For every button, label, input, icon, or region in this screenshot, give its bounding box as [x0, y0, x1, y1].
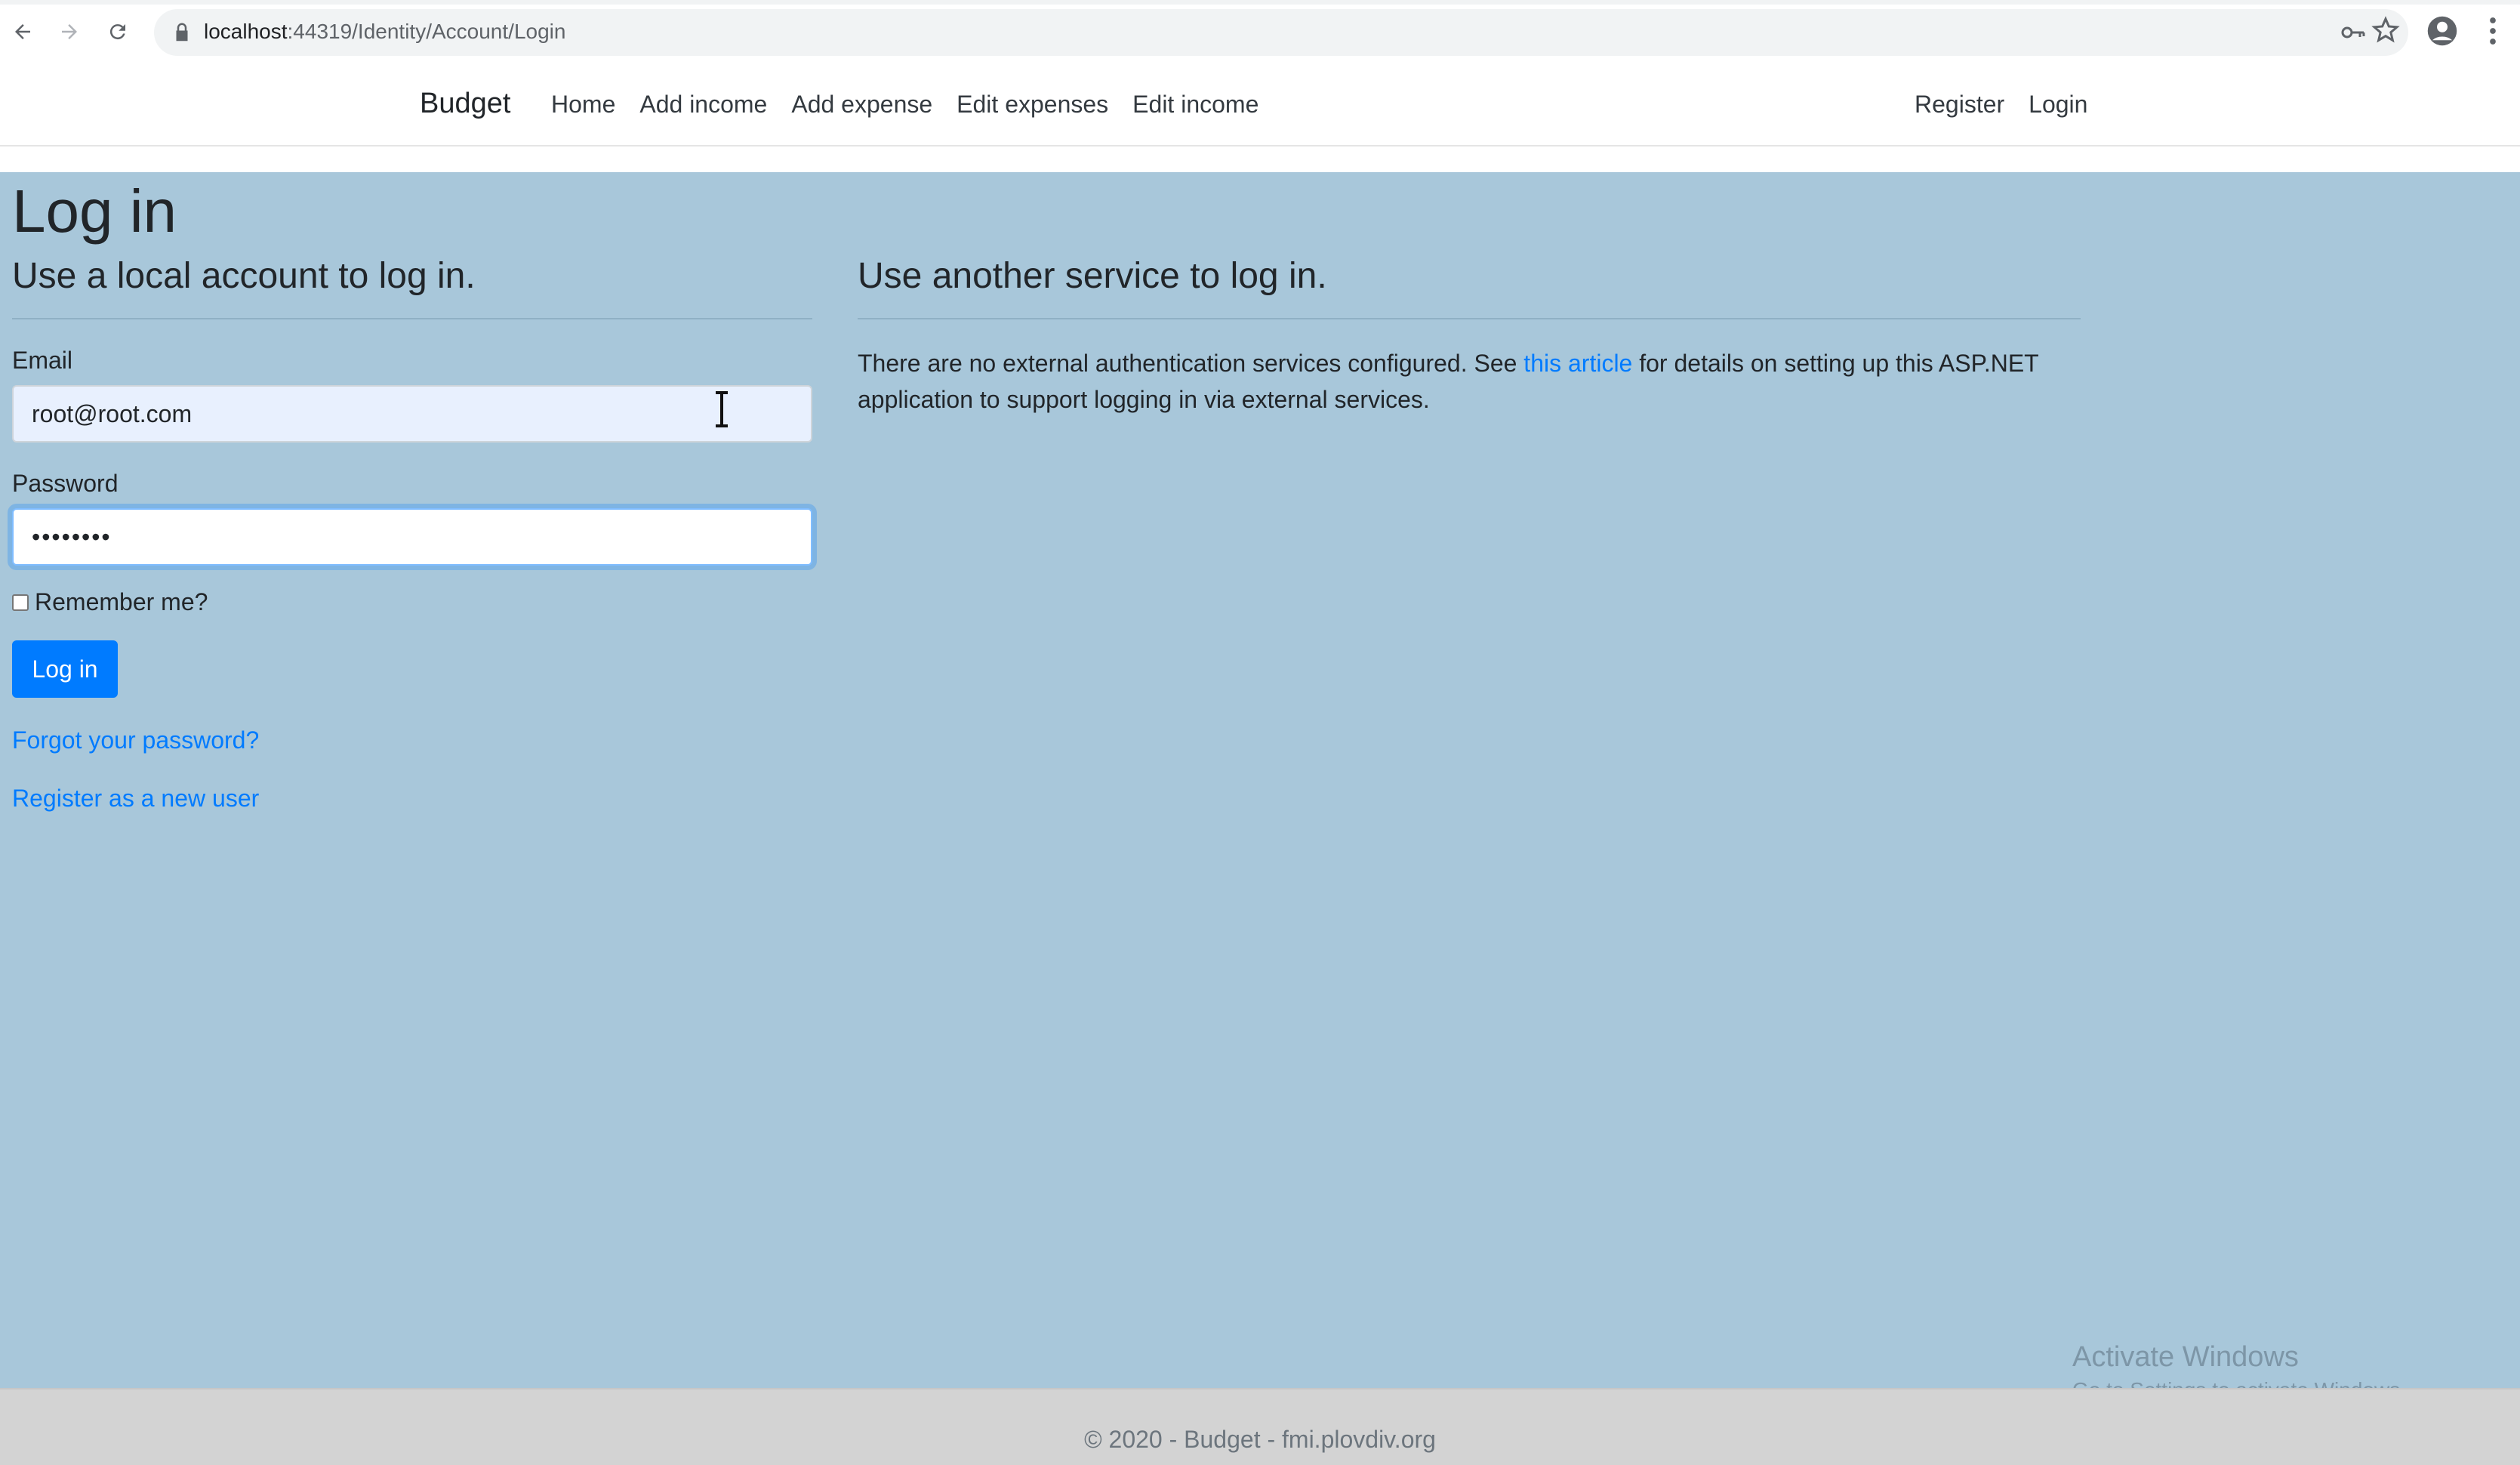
remember-me-label[interactable]: Remember me? [35, 588, 208, 616]
nav-add-expense[interactable]: Add expense [791, 91, 932, 119]
divider [12, 318, 812, 319]
nav-add-income[interactable]: Add income [639, 91, 767, 119]
arrow-left-icon [15, 24, 30, 39]
nav-register[interactable]: Register [1915, 91, 2004, 119]
email-label: Email [12, 347, 73, 374]
external-login-info: There are no external authentication ser… [858, 350, 2039, 413]
url-text: localhost:44319/Identity/Account/Login [204, 20, 566, 43]
nav-login[interactable]: Login [2029, 91, 2087, 119]
tab-strip-edge [0, 0, 2520, 5]
forgot-password-link[interactable]: Forgot your password? [12, 726, 812, 754]
star-icon[interactable] [2371, 15, 2401, 45]
main-content: Log in Use a local account to log in. Em… [0, 172, 2520, 1402]
local-login-section: Use a local account to log in. Email roo… [12, 255, 812, 813]
email-field[interactable]: root@root.com [12, 385, 812, 443]
address-bar[interactable]: localhost:44319/Identity/Account/Login [154, 9, 2408, 56]
navbar-spacer [0, 146, 2520, 172]
login-button[interactable]: Log in [12, 640, 118, 698]
external-login-heading: Use another service to log in. [858, 256, 1327, 296]
kebab-menu-icon[interactable] [2484, 15, 2502, 47]
reload-icon [109, 24, 125, 40]
nav-account-links: Register Login [1915, 91, 2087, 119]
nav-home[interactable]: Home [551, 91, 615, 119]
local-login-heading: Use a local account to log in. [12, 256, 476, 296]
nav-edit-expenses[interactable]: Edit expenses [957, 91, 1108, 119]
site-footer: © 2020 - Budget - fmi.plovdiv.org [0, 1388, 2520, 1465]
external-login-section: Use another service to log in. There are… [858, 255, 2081, 418]
browser-toolbar: localhost:44319/Identity/Account/Login [0, 0, 2520, 61]
back-button[interactable] [6, 15, 39, 48]
register-link[interactable]: Register as a new user [12, 785, 812, 813]
remember-me-row[interactable]: Remember me? [12, 588, 812, 616]
password-field[interactable]: •••••••• [12, 508, 812, 566]
footer-text: © 2020 - Budget - fmi.plovdiv.org [1084, 1426, 1436, 1453]
password-label: Password [12, 470, 119, 497]
reload-button[interactable] [101, 15, 134, 48]
nav-edit-income[interactable]: Edit income [1132, 91, 1258, 119]
article-link[interactable]: this article [1523, 350, 1632, 377]
brand-link[interactable]: Budget [420, 88, 510, 120]
page-title: Log in [12, 177, 177, 245]
profile-icon[interactable] [2426, 15, 2458, 47]
divider [858, 318, 2081, 319]
key-icon[interactable] [2340, 21, 2366, 44]
site-navbar: Budget Home Add income Add expense Edit … [0, 60, 2520, 146]
text-cursor-icon [716, 391, 728, 427]
arrow-right-icon [62, 24, 77, 39]
forward-button[interactable] [53, 15, 86, 48]
remember-me-checkbox[interactable] [12, 594, 29, 611]
nav-links: Home Add income Add expense Edit expense… [551, 91, 1258, 119]
lock-icon [176, 23, 188, 42]
